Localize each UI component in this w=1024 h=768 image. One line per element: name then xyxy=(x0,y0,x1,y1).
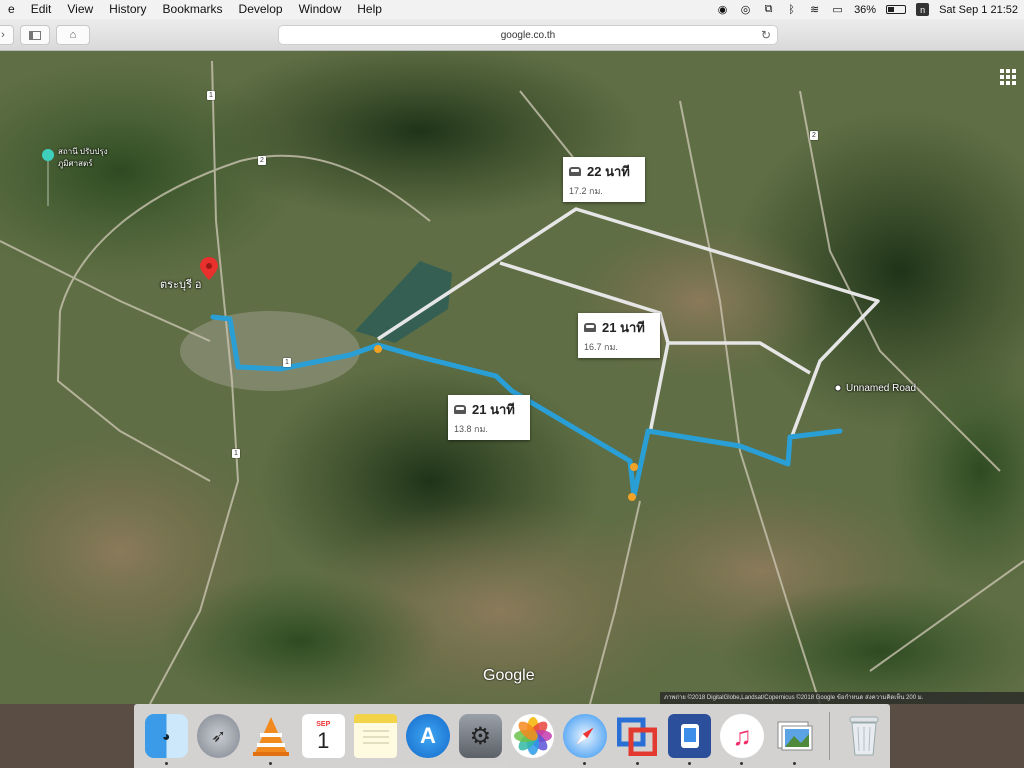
finder-icon[interactable]: ◕ xyxy=(144,714,188,765)
menu-edit[interactable]: Edit xyxy=(23,0,60,19)
battery-icon[interactable] xyxy=(886,5,907,14)
user-avatar[interactable]: n xyxy=(916,3,930,16)
map-attribution[interactable]: ภาพถ่าย ©2018 DigitalGlobe,Landsat/Coper… xyxy=(660,692,1024,704)
sidebar-button[interactable] xyxy=(20,25,50,45)
extension-icon[interactable]: ⧉ xyxy=(762,3,775,16)
browser-toolbar: › ⌂ google.co.th ↻ xyxy=(0,19,1024,51)
battery-percent[interactable]: 36% xyxy=(854,4,876,16)
app-store-icon[interactable]: A xyxy=(406,714,450,758)
menu-history[interactable]: History xyxy=(101,0,154,19)
car-icon xyxy=(454,405,466,414)
car-icon xyxy=(569,167,581,176)
google-logo: Google xyxy=(483,667,535,684)
route-time: 21 นาที xyxy=(472,402,515,417)
vlc-icon[interactable] xyxy=(249,714,292,765)
preview-icon[interactable] xyxy=(773,714,816,765)
route-distance: 17.2 กม. xyxy=(569,186,603,196)
system-preferences-icon[interactable]: ⚙ xyxy=(458,714,503,758)
calendar-day: 1 xyxy=(317,727,330,753)
reload-icon[interactable]: ↻ xyxy=(761,28,771,42)
forward-button[interactable]: › xyxy=(0,25,14,45)
route-time: 21 นาที xyxy=(602,320,645,335)
app-menus: e Edit View History Bookmarks Develop Wi… xyxy=(0,0,390,19)
dock-separator xyxy=(828,712,830,760)
destination-label[interactable]: Unnamed Road xyxy=(846,383,916,394)
menu-bookmarks[interactable]: Bookmarks xyxy=(155,0,231,19)
route-card[interactable]: 22 นาที 17.2 กม. xyxy=(563,157,645,202)
launchpad-icon[interactable]: ➶ xyxy=(196,714,241,758)
menu-app[interactable]: e xyxy=(0,0,23,19)
satellite-imagery xyxy=(0,51,1024,704)
sidebar-icon xyxy=(29,30,41,40)
address-bar[interactable]: google.co.th ↻ xyxy=(278,25,778,45)
menu-develop[interactable]: Develop xyxy=(231,0,291,19)
road-shield: 1 xyxy=(283,358,291,367)
road-shield: 1 xyxy=(232,449,240,458)
parallels-icon[interactable] xyxy=(616,714,659,765)
menu-view[interactable]: View xyxy=(59,0,101,19)
trash-icon[interactable] xyxy=(842,714,885,758)
route-distance: 16.7 กม. xyxy=(584,342,618,352)
road-shield: 2 xyxy=(258,156,266,165)
route-card[interactable]: 21 นาที 16.7 กม. xyxy=(578,313,660,358)
shield-button[interactable]: ⌂ xyxy=(56,25,90,45)
simulator-icon[interactable] xyxy=(668,714,712,765)
wifi-icon[interactable]: ≋ xyxy=(808,4,821,16)
road-shield: 1 xyxy=(207,91,215,100)
url-text: google.co.th xyxy=(500,29,556,41)
sync-icon[interactable]: ◎ xyxy=(739,4,752,16)
route-card-selected[interactable]: 21 นาที 13.8 กม. xyxy=(448,395,530,440)
origin-label[interactable]: ตระบุรี อ xyxy=(160,275,202,293)
clock[interactable]: Sat Sep 1 21:52 xyxy=(939,4,1018,16)
route-time: 22 นาที xyxy=(587,164,630,179)
map-view[interactable]: 1 1 1 2 2 สถานี ปรับปรุง ภูมิศาสตร์ ตระบ… xyxy=(0,51,1024,704)
apps-grid-icon[interactable] xyxy=(1000,69,1016,85)
photos-icon[interactable] xyxy=(511,714,555,758)
calendar-icon[interactable]: SEP 1 xyxy=(301,714,345,758)
menu-help[interactable]: Help xyxy=(349,0,390,19)
dock: ◕ ➶ SEP 1 A ⚙ ♫ xyxy=(134,704,890,768)
route-distance: 13.8 กม. xyxy=(454,424,488,434)
bluetooth-icon[interactable]: ᛒ xyxy=(785,4,798,16)
privacy-shield-icon: ⌂ xyxy=(69,29,77,41)
status-menus: ◉ ◎ ⧉ ᛒ ≋ ▭ 36% n Sat Sep 1 21:52 xyxy=(716,0,1024,19)
notes-icon[interactable] xyxy=(353,714,398,758)
airplay-icon[interactable]: ▭ xyxy=(831,4,844,16)
menu-window[interactable]: Window xyxy=(291,0,350,19)
itunes-icon[interactable]: ♫ xyxy=(720,714,764,765)
menu-bar: e Edit View History Bookmarks Develop Wi… xyxy=(0,0,1024,19)
road-shield: 2 xyxy=(810,131,818,140)
car-icon xyxy=(584,323,596,332)
poi-label-sub[interactable]: ภูมิศาสตร์ xyxy=(58,157,93,170)
safari-icon[interactable] xyxy=(563,714,607,765)
vpn-icon[interactable]: ◉ xyxy=(716,4,729,16)
